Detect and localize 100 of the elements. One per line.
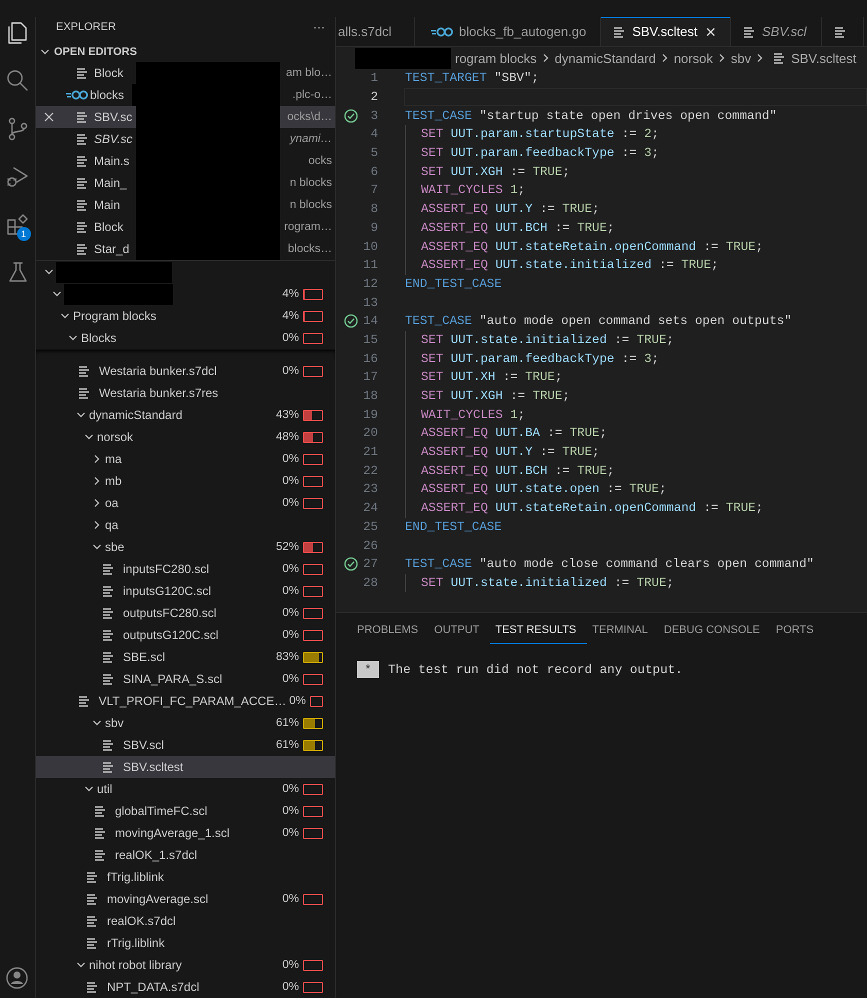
code-line: END_TEST_CASE	[405, 276, 502, 291]
panel-tab[interactable]: DEBUG CONSOLE	[658, 622, 771, 644]
code-line: ASSERT_EQ UUT.BCH := TRUE;	[421, 220, 614, 235]
tree-item[interactable]: movingAverage_1.scl 0%	[36, 822, 335, 844]
file-name: SBV.sc	[94, 132, 132, 146]
panel-tab[interactable]: TEST RESULTS	[490, 622, 588, 644]
code-line: SET UUT.XGH := TRUE;	[421, 164, 570, 179]
tree-item[interactable]: inputsG120C.scl 0%	[36, 580, 335, 602]
line-number: 23	[362, 482, 378, 496]
tree-item[interactable]: rTrig.liblink	[36, 932, 335, 954]
open-editor-item[interactable]: Block am blo…	[36, 62, 335, 84]
close-button[interactable]: ×	[706, 22, 716, 40]
code-line: TEST_CASE "startup state open drives open command"	[405, 108, 777, 123]
coverage-bar	[303, 542, 323, 552]
panel-tab[interactable]: PORTS	[770, 622, 825, 644]
line-number: 27	[362, 557, 378, 572]
panel-tab[interactable]: OUTPUT	[429, 622, 490, 644]
section-header[interactable]: OPEN EDITORS	[36, 42, 335, 62]
code-line: ASSERT_EQ UUT.BA := TRUE;	[421, 426, 607, 440]
line-number: 2	[370, 90, 378, 104]
tree-item[interactable]: sbv 61%	[36, 712, 335, 734]
coverage-percent: 0%	[281, 827, 299, 839]
open-editor-item[interactable]: Main.s ocks	[36, 150, 335, 172]
tree-item[interactable]: ma 0%	[36, 448, 335, 470]
file-name: Star_d	[94, 242, 130, 256]
file-lines-icon	[613, 26, 626, 38]
coverage-percent: 0%	[281, 453, 299, 465]
tree-item[interactable]: fTrig.liblink	[36, 866, 335, 888]
tree-item[interactable]: qa	[36, 514, 335, 536]
panel-tab[interactable]: PROBLEMS	[352, 622, 430, 644]
file-path: ocks	[308, 155, 332, 167]
line-number: 12	[362, 276, 378, 291]
file-path: rogram…	[284, 221, 332, 233]
line-number: 19	[362, 408, 378, 422]
tree-item[interactable]: SBE.scl 83%	[36, 646, 335, 668]
tree-item[interactable]: SINA_PARA_S.scl 0%	[36, 668, 335, 690]
coverage-percent: 0%	[281, 959, 299, 971]
tree-item[interactable]: outputsG120C.scl 0%	[36, 624, 335, 646]
file-lines-icon	[76, 243, 88, 255]
line-number: 24	[362, 501, 378, 516]
tree-item[interactable]: 4%	[36, 283, 335, 305]
file-path: ynami…	[290, 133, 332, 145]
tree-item[interactable]: NPT_DATA.s7dcl 0%	[36, 976, 335, 998]
editor-tab[interactable]: SBV.scl	[731, 17, 822, 46]
open-editor-item[interactable]: Main_ n blocks	[36, 172, 335, 194]
coverage-percent: 0%	[281, 365, 299, 377]
tree-item[interactable]: util 0%	[36, 778, 335, 800]
tree-item[interactable]: Program blocks 4%	[36, 305, 335, 327]
file-lines-icon	[102, 585, 114, 597]
tree-item[interactable]: outputsFC280.scl 0%	[36, 602, 335, 624]
file-path: n blocks	[290, 199, 332, 211]
file-name: Main_	[94, 176, 127, 190]
file-lines-icon	[102, 607, 114, 619]
tree-item[interactable]: realOK_1.s7dcl	[36, 844, 335, 866]
tree-item[interactable]: sbe 52%	[36, 536, 335, 558]
breadcrumb-item[interactable]: SBV.scltest	[791, 50, 856, 66]
open-editor-item[interactable]: Block rogram…	[36, 216, 335, 238]
editor-tab[interactable]: SBV.scltest ×	[601, 17, 732, 46]
file-name: SBV.sc	[94, 110, 132, 124]
file-path: blocks…	[288, 243, 332, 255]
file-lines-icon	[102, 651, 114, 663]
more-actions-button[interactable]: ···	[313, 20, 325, 34]
tree-item[interactable]: realOK.s7dcl	[36, 910, 335, 932]
open-editor-item[interactable]: SBV.sc ynami…	[36, 128, 335, 150]
code-line: END_TEST_CASE	[405, 520, 502, 534]
tree-item[interactable]: mb 0%	[36, 470, 335, 492]
line-number: 5	[370, 146, 378, 160]
breadcrumb-item[interactable]: dynamicStandard	[554, 50, 656, 66]
coverage-percent: 0%	[281, 673, 299, 685]
editor-tab[interactable]: alls.s7dcl	[336, 17, 415, 46]
panel-tab[interactable]: TERMINAL	[587, 622, 659, 644]
tree-item[interactable]: Blocks 0%	[36, 327, 335, 349]
tree-item[interactable]: Westaria bunker.s7dcl 0%	[36, 360, 335, 382]
tree-item[interactable]: movingAverage.scl 0%	[36, 888, 335, 910]
breadcrumb-item[interactable]: rogram blocks	[455, 50, 537, 66]
tree-item[interactable]: VLT_PROFI_FC_PARAM_ACCE… 0%	[36, 690, 335, 712]
open-editor-item[interactable]: blocks .plc-o…	[36, 84, 335, 106]
tree-item[interactable]: nihot robot library 0%	[36, 954, 335, 976]
coverage-percent: 0%	[281, 332, 299, 344]
coverage-bar	[303, 718, 323, 728]
breadcrumb-item[interactable]: sbv	[730, 50, 752, 66]
code-line: ASSERT_EQ UUT.stateRetain.openCommand := TRUE;	[421, 240, 764, 254]
tree-item[interactable]: dynamicStandard 43%	[36, 404, 335, 426]
code-line: SET UUT.param.startupState := 2;	[421, 127, 659, 142]
file-name: blocks	[90, 88, 124, 102]
line-number: 21	[362, 445, 378, 460]
open-editor-item[interactable]: Star_d blocks…	[36, 238, 335, 260]
open-editor-item[interactable]: Main n blocks	[36, 194, 335, 216]
open-editor-item[interactable]: SBV.sc ocks\d…	[36, 106, 335, 128]
tree-item[interactable]: norsok 48%	[36, 426, 335, 448]
tree-item[interactable]: globalTimeFC.scl 0%	[36, 800, 335, 822]
code-line: SET UUT.state.initialized := TRUE;	[421, 332, 674, 347]
tree-item[interactable]: SBV.scl 61%	[36, 734, 335, 756]
tree-item[interactable]: oa 0%	[36, 492, 335, 514]
tree-item[interactable]: inputsFC280.scl 0%	[36, 558, 335, 580]
breadcrumb-item[interactable]: norsok	[674, 50, 713, 66]
file-path: am blo…	[286, 67, 332, 79]
file-name: Main.s	[94, 154, 130, 168]
tree-item[interactable]: SBV.scltest	[36, 756, 335, 778]
tree-item[interactable]: Westaria bunker.s7res	[36, 382, 335, 404]
